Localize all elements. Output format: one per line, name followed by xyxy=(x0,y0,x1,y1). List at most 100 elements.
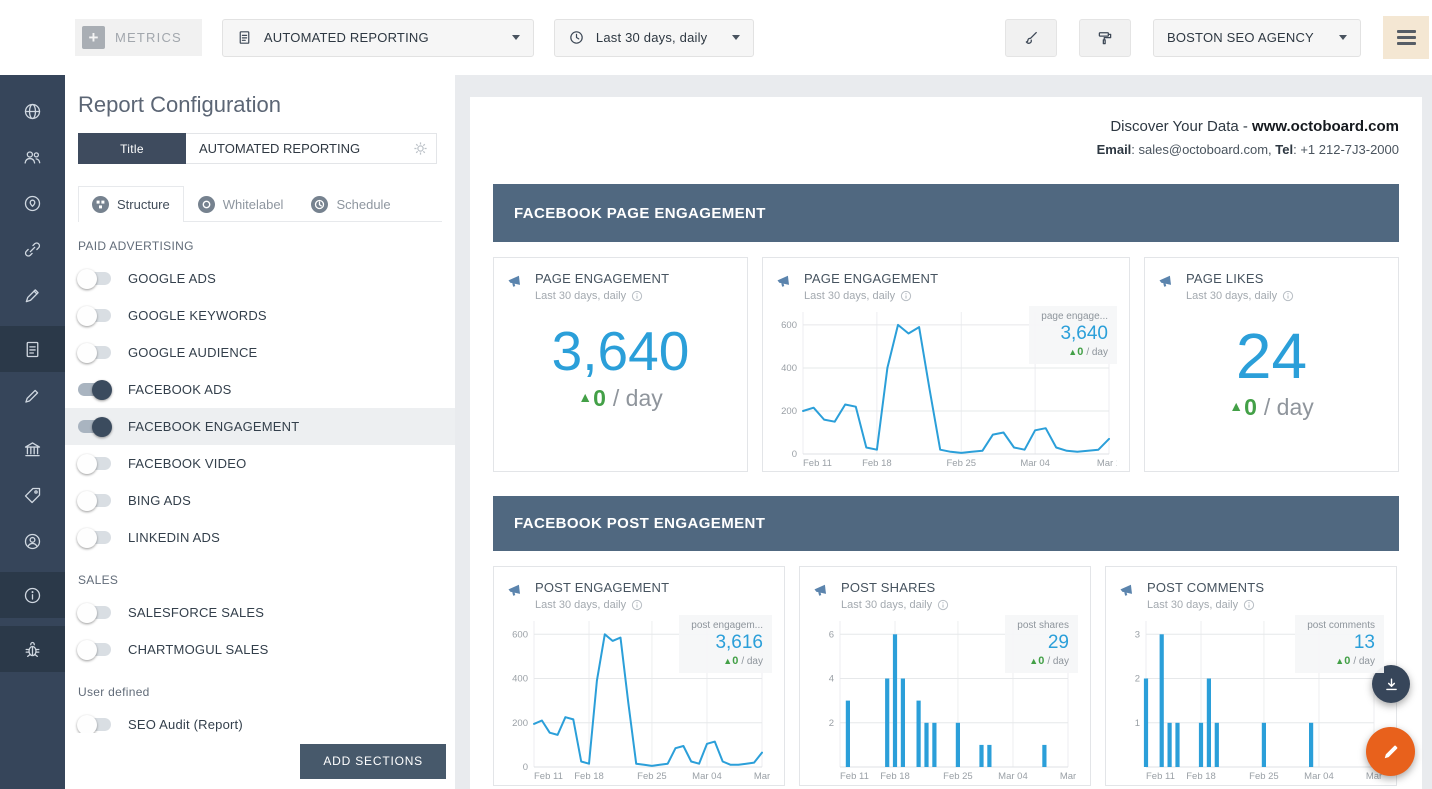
svg-text:Mar 1: Mar 1 xyxy=(1097,458,1117,469)
report-tagline: Discover Your Data - www.octoboard.com xyxy=(493,118,1399,135)
rail-item-debug[interactable] xyxy=(0,626,65,672)
octoboard-app: + METRICS AUTOMATED REPORTING Last 30 da… xyxy=(0,0,1432,789)
info-icon[interactable] xyxy=(1243,599,1255,611)
menu-button[interactable] xyxy=(1383,16,1429,59)
tel-value: : +1 212-7J3-2000 xyxy=(1293,142,1399,157)
info-icon[interactable] xyxy=(631,599,643,611)
up-arrow-icon: ▲ xyxy=(1068,347,1078,357)
svg-text:Mar 04: Mar 04 xyxy=(1304,771,1334,782)
toggle-row-bing-ads: BING ADS xyxy=(65,482,455,519)
bank-icon xyxy=(24,441,41,456)
rail-item-integrations[interactable] xyxy=(0,226,65,272)
tel-label: Tel xyxy=(1275,142,1294,157)
info-icon[interactable] xyxy=(631,290,643,302)
users-icon xyxy=(24,150,41,164)
widget-page-engagement-chart: PAGE ENGAGEMENT Last 30 days, daily page… xyxy=(762,257,1130,472)
edit-icon xyxy=(1384,745,1397,758)
metric-value: 24 xyxy=(1235,320,1308,392)
hamburger-icon xyxy=(1396,27,1416,49)
widget-page-engagement-total: PAGE ENGAGEMENT Last 30 days, daily 3,64… xyxy=(493,257,748,472)
info-icon[interactable] xyxy=(900,290,912,302)
report-contact: Email: sales@octoboard.com, Tel: +1 212-… xyxy=(493,142,1399,157)
toggle-knob xyxy=(77,714,97,735)
rail-item-account[interactable] xyxy=(0,518,65,564)
paint-roller-icon xyxy=(1098,31,1112,44)
svg-text:Feb 18: Feb 18 xyxy=(862,458,892,469)
svg-text:Feb 18: Feb 18 xyxy=(1186,771,1216,782)
toggle-row-chartmogul-sales: CHARTMOGUL SALES xyxy=(65,631,455,668)
rail-item-web[interactable] xyxy=(0,88,65,134)
svg-text:200: 200 xyxy=(781,406,797,417)
toggle-knob xyxy=(77,490,97,511)
report-title-input[interactable] xyxy=(186,133,437,164)
toggle-facebook-engagement[interactable] xyxy=(78,416,112,437)
tag-icon xyxy=(24,487,41,503)
info-icon[interactable] xyxy=(1282,290,1294,302)
toggle-label: SEO Audit (Report) xyxy=(128,717,243,732)
tab-whitelabel[interactable]: Whitelabel xyxy=(184,186,298,222)
theme-paint-button[interactable] xyxy=(1079,18,1131,57)
toggle-google-audience[interactable] xyxy=(77,342,111,363)
widget-post-engagement-chart: POST ENGAGEMENT Last 30 days, daily post… xyxy=(493,566,785,786)
rail-item-tags[interactable] xyxy=(0,472,65,518)
toggle-google-ads[interactable] xyxy=(77,268,111,289)
toggle-google-keywords[interactable] xyxy=(77,305,111,326)
up-arrow-icon: ▲ xyxy=(578,388,593,405)
toggle-label: LINKEDIN ADS xyxy=(128,530,220,545)
rail-item-reports[interactable] xyxy=(0,326,65,372)
edit-report-button[interactable] xyxy=(1366,727,1415,776)
metric-value: 3,640 xyxy=(551,320,690,382)
rail-item-design[interactable] xyxy=(0,272,65,318)
toggle-facebook-ads[interactable] xyxy=(78,379,112,400)
toggle-facebook-video[interactable] xyxy=(77,453,111,474)
toggle-knob xyxy=(92,379,112,400)
period-selector[interactable]: Last 30 days, daily xyxy=(553,18,754,57)
add-sections-button[interactable]: ADD SECTIONS xyxy=(300,743,446,779)
design-brush-button[interactable] xyxy=(1005,18,1057,57)
group-heading-paid-advertising: PAID ADVERTISING xyxy=(78,239,194,253)
account-selector[interactable]: BOSTON SEO AGENCY xyxy=(1153,18,1361,57)
toggle-bing-ads[interactable] xyxy=(77,490,111,511)
widget-head: PAGE ENGAGEMENT Last 30 days, daily xyxy=(494,258,747,302)
metric-block: 24 ▲0/ day xyxy=(1145,320,1398,421)
widget-head: POST SHARES Last 30 days, daily xyxy=(800,567,1090,611)
panel-title: Report Configuration xyxy=(78,92,282,117)
chart-legend: post shares 29 ▲0/ day xyxy=(1005,615,1078,673)
toggle-row-linkedin-ads: LINKEDIN ADS xyxy=(65,519,455,556)
svg-text:600: 600 xyxy=(781,320,797,331)
structure-icon xyxy=(92,196,109,213)
toggle-salesforce-sales[interactable] xyxy=(77,602,111,623)
topbar-left: + METRICS AUTOMATED REPORTING Last 30 da… xyxy=(75,18,754,57)
toggle-seo-audit[interactable] xyxy=(77,714,111,735)
toggle-chartmogul-sales[interactable] xyxy=(77,639,111,660)
tab-label: Schedule xyxy=(336,197,391,212)
svg-text:1: 1 xyxy=(1135,718,1140,729)
tagline-text: Discover Your Data - xyxy=(1110,118,1253,135)
rail-item-edit[interactable] xyxy=(0,372,65,418)
toggle-label: FACEBOOK ADS xyxy=(128,382,232,397)
rail-item-business[interactable] xyxy=(0,426,65,472)
add-metrics-button[interactable]: + METRICS xyxy=(75,19,202,56)
tab-schedule[interactable]: Schedule xyxy=(297,186,404,222)
report-title-field: Title xyxy=(78,133,437,164)
account-icon xyxy=(24,533,41,549)
toggle-knob xyxy=(77,342,97,363)
rail-item-geo[interactable] xyxy=(0,180,65,226)
toggle-row-facebook-video: FACEBOOK VIDEO xyxy=(65,445,455,482)
widget-title: POST SHARES xyxy=(841,580,936,595)
toggle-linkedin-ads[interactable] xyxy=(77,527,111,548)
info-icon[interactable] xyxy=(937,599,949,611)
icon-rail xyxy=(0,75,65,789)
megaphone-icon xyxy=(1159,275,1171,287)
toggle-label: FACEBOOK ENGAGEMENT xyxy=(128,419,300,434)
period-selector-label: Last 30 days, daily xyxy=(595,30,708,45)
gear-icon[interactable] xyxy=(413,141,428,156)
report-selector[interactable]: AUTOMATED REPORTING xyxy=(221,18,534,57)
rail-item-audiences[interactable] xyxy=(0,134,65,180)
rail-item-info[interactable] xyxy=(0,572,65,618)
report-configuration-panel: Report Configuration Title Structure Whi… xyxy=(65,75,455,789)
section-header-facebook-post-engagement: FACEBOOK POST ENGAGEMENT xyxy=(493,496,1399,551)
toggle-label: GOOGLE ADS xyxy=(128,271,216,286)
tab-structure[interactable]: Structure xyxy=(78,186,184,222)
chart-legend: post comments 13 ▲0/ day xyxy=(1295,615,1384,673)
